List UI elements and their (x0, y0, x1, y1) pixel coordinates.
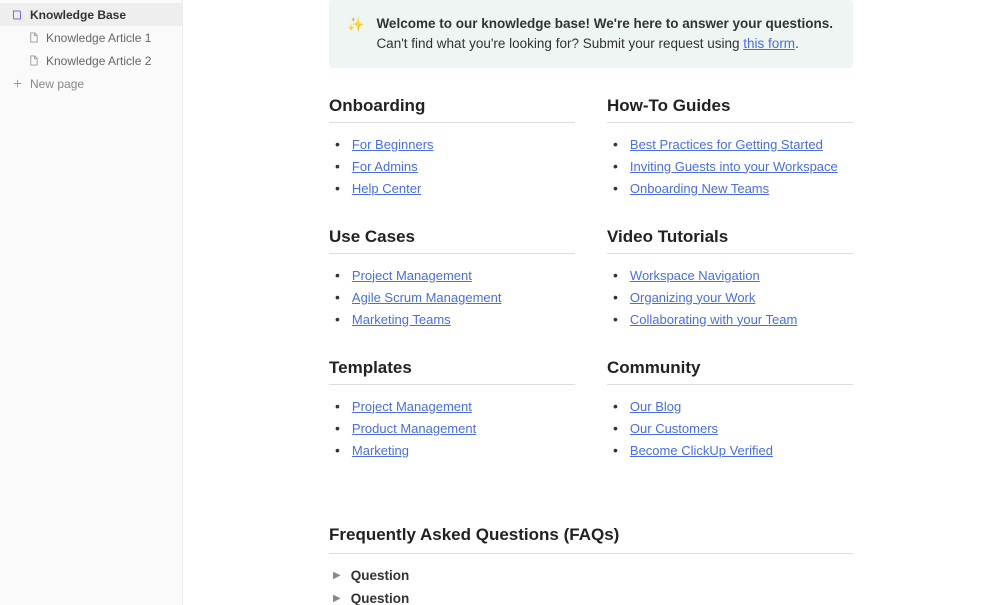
document-icon (26, 55, 40, 66)
sidebar-item-label: Knowledge Article 1 (46, 31, 151, 45)
list-item: Help Center (329, 177, 575, 199)
list-item: Our Customers (607, 417, 853, 439)
link-columns: Onboarding For Beginners For Admins Help… (329, 96, 853, 489)
section-title: How-To Guides (607, 96, 853, 123)
link-best-practices[interactable]: Best Practices for Getting Started (630, 137, 823, 152)
document-icon (26, 32, 40, 43)
link-for-beginners[interactable]: For Beginners (352, 137, 434, 152)
faq-question-label: Question (351, 568, 410, 583)
sidebar-item-label: Knowledge Article 2 (46, 54, 151, 68)
list-item: For Beginners (329, 133, 575, 155)
section-onboarding: Onboarding For Beginners For Admins Help… (329, 96, 575, 199)
link-for-admins[interactable]: For Admins (352, 159, 418, 174)
list-item: Onboarding New Teams (607, 177, 853, 199)
right-column: How-To Guides Best Practices for Getting… (607, 96, 853, 489)
sidebar: Knowledge Base Knowledge Article 1 Knowl… (0, 0, 183, 605)
section-use-cases: Use Cases Project Management Agile Scrum… (329, 227, 575, 330)
faq-question-label: Question (351, 591, 410, 605)
list-item: Marketing (329, 439, 575, 461)
section-templates: Templates Project Management Product Man… (329, 358, 575, 461)
sidebar-root-label: Knowledge Base (30, 8, 126, 22)
list-item: Project Management (329, 264, 575, 286)
list-item: Become ClickUp Verified (607, 439, 853, 461)
section-title: Community (607, 358, 853, 385)
link-template-project[interactable]: Project Management (352, 399, 472, 414)
sidebar-new-page-label: New page (30, 77, 84, 91)
list-item: Project Management (329, 395, 575, 417)
link-agile-scrum[interactable]: Agile Scrum Management (352, 290, 502, 305)
book-icon (10, 9, 24, 21)
banner-heading: Welcome to our knowledge base! We're her… (376, 16, 833, 31)
section-title: Onboarding (329, 96, 575, 123)
triangle-right-icon: ▶ (333, 593, 341, 604)
sidebar-item-article-1[interactable]: Knowledge Article 1 (0, 26, 182, 49)
banner-form-link[interactable]: this form (743, 36, 795, 51)
list-item: Product Management (329, 417, 575, 439)
plus-icon (10, 78, 24, 89)
main-content: ✨ Welcome to our knowledge base! We're h… (183, 0, 987, 605)
link-our-customers[interactable]: Our Customers (630, 421, 718, 436)
faq-item[interactable]: ▶ Question (329, 587, 853, 605)
list-item: Workspace Navigation (607, 264, 853, 286)
faq-item[interactable]: ▶ Question (329, 564, 853, 587)
left-column: Onboarding For Beginners For Admins Help… (329, 96, 575, 489)
sparkle-icon: ✨ (347, 14, 364, 34)
link-template-marketing[interactable]: Marketing (352, 443, 409, 458)
sidebar-root-item[interactable]: Knowledge Base (0, 3, 182, 26)
section-video-tutorials: Video Tutorials Workspace Navigation Org… (607, 227, 853, 330)
section-title: Video Tutorials (607, 227, 853, 254)
link-inviting-guests[interactable]: Inviting Guests into your Workspace (630, 159, 838, 174)
list-item: Agile Scrum Management (329, 286, 575, 308)
welcome-banner: ✨ Welcome to our knowledge base! We're h… (329, 0, 853, 68)
link-help-center[interactable]: Help Center (352, 181, 421, 196)
banner-text: Welcome to our knowledge base! We're her… (376, 14, 833, 54)
section-community: Community Our Blog Our Customers Become … (607, 358, 853, 461)
link-workspace-nav[interactable]: Workspace Navigation (630, 268, 760, 283)
list-item: Marketing Teams (329, 308, 575, 330)
faq-title: Frequently Asked Questions (FAQs) (329, 525, 853, 554)
section-how-to: How-To Guides Best Practices for Getting… (607, 96, 853, 199)
list-item: Organizing your Work (607, 286, 853, 308)
list-item: Best Practices for Getting Started (607, 133, 853, 155)
list-item: Collaborating with your Team (607, 308, 853, 330)
link-project-management[interactable]: Project Management (352, 268, 472, 283)
link-marketing-teams[interactable]: Marketing Teams (352, 312, 451, 327)
faq-section: Frequently Asked Questions (FAQs) ▶ Ques… (329, 525, 853, 605)
link-collaborating[interactable]: Collaborating with your Team (630, 312, 797, 327)
sidebar-item-article-2[interactable]: Knowledge Article 2 (0, 49, 182, 72)
banner-subtext-a: Can't find what you're looking for? Subm… (376, 36, 743, 51)
link-onboarding-teams[interactable]: Onboarding New Teams (630, 181, 769, 196)
banner-subtext-b: . (795, 36, 799, 51)
link-clickup-verified[interactable]: Become ClickUp Verified (630, 443, 773, 458)
section-title: Templates (329, 358, 575, 385)
link-our-blog[interactable]: Our Blog (630, 399, 681, 414)
link-organizing-work[interactable]: Organizing your Work (630, 290, 755, 305)
triangle-right-icon: ▶ (333, 570, 341, 581)
list-item: Our Blog (607, 395, 853, 417)
list-item: For Admins (329, 155, 575, 177)
sidebar-new-page[interactable]: New page (0, 72, 182, 95)
section-title: Use Cases (329, 227, 575, 254)
link-template-product[interactable]: Product Management (352, 421, 476, 436)
list-item: Inviting Guests into your Workspace (607, 155, 853, 177)
